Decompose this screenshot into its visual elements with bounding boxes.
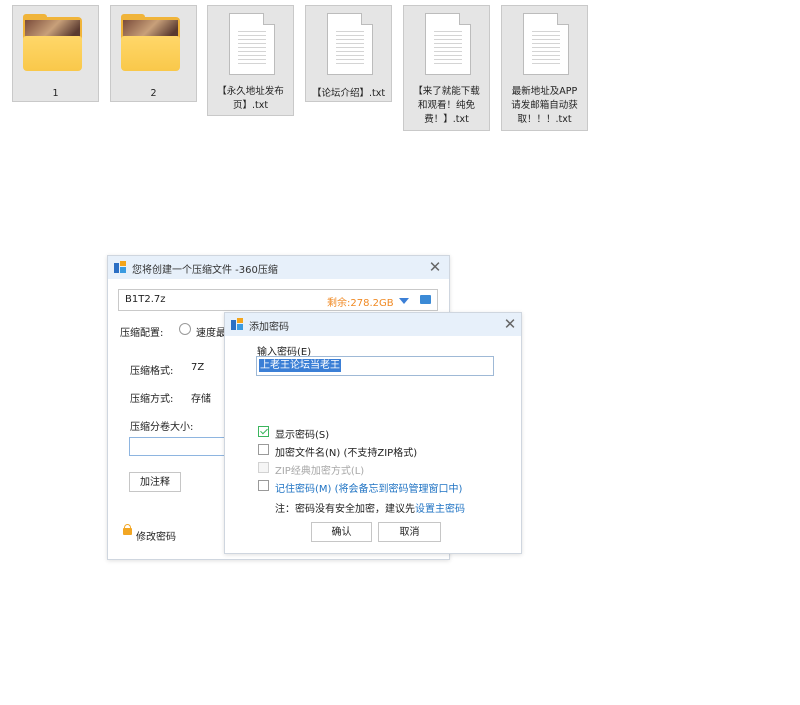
split-size-label: 压缩分卷大小:: [130, 422, 194, 433]
app-360-zip-icon: [231, 318, 243, 330]
encrypt-filename-checkbox[interactable]: [258, 444, 269, 455]
cancel-button[interactable]: 取消: [378, 522, 441, 542]
remember-password-checkbox[interactable]: [258, 480, 269, 491]
file-label-line: 请发邮箱自动获: [511, 100, 578, 111]
file-label-line: 最新地址及APP: [511, 86, 578, 97]
security-note-text: 注：密码没有安全加密，建议先: [275, 504, 415, 515]
close-icon[interactable]: ✕: [426, 258, 444, 276]
dialog-titlebar: 您将创建一个压缩文件 -360压缩 ✕: [108, 256, 449, 279]
file-grid: 1 2 【永久地址发布 页】.txt 【论坛介绍】.txt 【来了就能下载 和观…: [0, 0, 800, 140]
password-value: 上老王论坛当老王: [259, 359, 341, 372]
zip-classic-checkbox: [258, 462, 269, 473]
method-label: 压缩方式:: [130, 394, 174, 405]
file-label: 1: [52, 88, 59, 99]
text-file-icon: [327, 13, 373, 75]
filename-value: B1T2.7z: [125, 294, 166, 305]
add-comment-button[interactable]: 加注释: [129, 472, 181, 492]
file-label-line: 费！】.txt: [424, 114, 469, 125]
file-label-line: 【永久地址发布: [217, 86, 284, 97]
split-size-input[interactable]: [129, 437, 225, 456]
folder-browse-icon[interactable]: [420, 295, 431, 304]
config-option-label: 速度最: [196, 328, 226, 339]
zip-classic-label: ZIP经典加密方式(L): [275, 466, 365, 477]
show-password-checkbox[interactable]: [258, 426, 269, 437]
chevron-down-icon[interactable]: [399, 298, 409, 304]
remember-password-link[interactable]: 记住密码(M): [275, 484, 331, 495]
txt-file-forum-intro[interactable]: 【论坛介绍】.txt: [305, 5, 392, 102]
folder-item-2[interactable]: 2: [110, 5, 197, 102]
set-master-password-link[interactable]: 设置主密码: [415, 504, 465, 515]
file-label-line: 【论坛介绍】.txt: [311, 88, 386, 99]
change-password-link[interactable]: 修改密码: [136, 528, 176, 543]
folder-item-1[interactable]: 1: [12, 5, 99, 102]
file-label-line: 页】.txt: [232, 100, 269, 111]
dialog-title: 添加密码: [249, 322, 289, 333]
encrypt-filename-label[interactable]: 加密文件名(N) (不支持ZIP格式): [275, 444, 417, 459]
text-file-icon: [229, 13, 275, 75]
file-label-line: 和观看！纯免: [417, 100, 475, 111]
method-value[interactable]: 存储: [191, 390, 211, 405]
format-label: 压缩格式:: [130, 366, 174, 377]
filename-field[interactable]: B1T2.7z 剩余:278.2GB: [118, 289, 438, 311]
config-label: 压缩配置:: [120, 328, 164, 339]
ok-button[interactable]: 确认: [311, 522, 372, 542]
file-label: 2: [150, 88, 157, 99]
remember-password-row: 记住密码(M) (将会备忘到密码管理窗口中): [275, 480, 462, 495]
password-input[interactable]: 上老王论坛当老王: [256, 356, 494, 376]
add-password-dialog: 添加密码 ✕ 输入密码(E) 上老王论坛当老王 显示密码(S) 加密文件名(N)…: [224, 312, 522, 554]
dialog-titlebar: 添加密码 ✕: [225, 313, 521, 336]
show-password-label[interactable]: 显示密码(S): [275, 426, 329, 441]
close-icon[interactable]: ✕: [501, 315, 519, 333]
security-note: 注：密码没有安全加密，建议先设置主密码: [275, 500, 465, 515]
file-label-line: 取！！！.txt: [517, 114, 572, 125]
format-value[interactable]: 7Z: [191, 362, 204, 373]
text-file-icon: [425, 13, 471, 75]
app-360-zip-icon: [114, 261, 126, 273]
remember-password-note: (将会备忘到密码管理窗口中): [334, 484, 463, 495]
txt-file-latest-address[interactable]: 最新地址及APP 请发邮箱自动获 取！！！.txt: [501, 5, 588, 131]
file-label-line: 【来了就能下载: [413, 86, 480, 97]
txt-file-free-download[interactable]: 【来了就能下载 和观看！纯免 费！】.txt: [403, 5, 490, 131]
dialog-title: 您将创建一个压缩文件 -360压缩: [132, 265, 278, 276]
free-space-text: 剩余:278.2GB: [327, 298, 394, 309]
text-file-icon: [523, 13, 569, 75]
txt-file-permanent-address[interactable]: 【永久地址发布 页】.txt: [207, 5, 294, 116]
config-radio[interactable]: [179, 323, 191, 335]
